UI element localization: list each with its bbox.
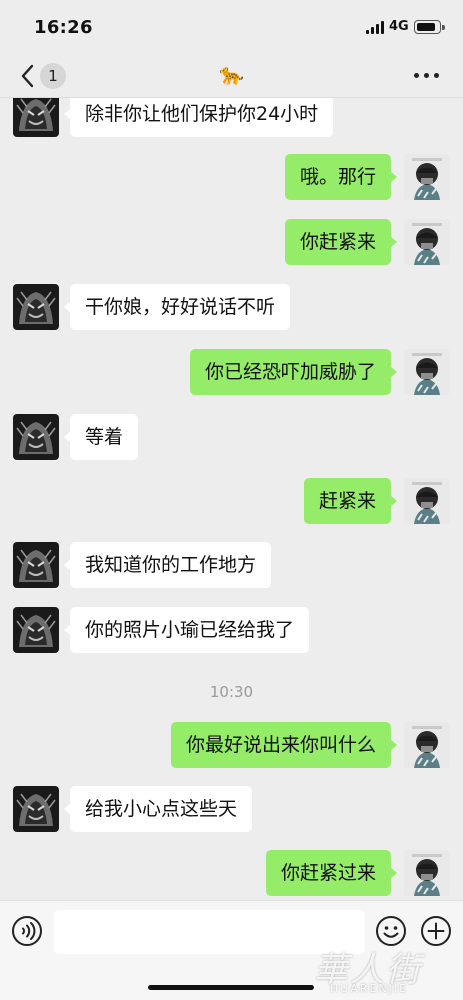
contact-avatar[interactable] — [13, 607, 59, 653]
outgoing-message[interactable]: 你赶紧来 — [284, 219, 398, 265]
outgoing-message[interactable]: 你赶紧过来 — [265, 850, 398, 896]
chat-timestamp: 10:30 — [209, 683, 254, 701]
contact-avatar[interactable] — [13, 786, 59, 832]
battery-icon — [414, 20, 445, 34]
my-avatar[interactable] — [404, 349, 450, 395]
chat-title: 🐆 — [219, 62, 244, 86]
chat-header: 1 🐆 — [0, 52, 463, 98]
more-button[interactable] — [411, 64, 443, 86]
watermark-latin: HUARENJIE — [330, 982, 409, 995]
status-bar: 16:26 4G — [0, 0, 463, 52]
outgoing-message[interactable]: 你已经恐吓加威胁了 — [189, 349, 398, 395]
home-indicator — [148, 985, 314, 990]
watermark-logo: 華人街 HUARENJIE — [314, 942, 462, 1000]
contact-avatar[interactable] — [13, 414, 59, 460]
incoming-message[interactable]: 我知道你的工作地方 — [63, 542, 272, 588]
my-avatar[interactable] — [404, 154, 450, 200]
message-list[interactable]: 除非你让他们保护你24小时哦。那行你赶紧来干你娘，好好说话不听你已经恐吓加威胁了… — [0, 98, 463, 900]
outgoing-message[interactable]: 你最好说出来你叫什么 — [170, 722, 398, 768]
contact-avatar[interactable] — [13, 98, 59, 137]
incoming-message[interactable]: 给我小心点这些天 — [63, 786, 253, 832]
outgoing-message[interactable]: 赶紧来 — [303, 478, 398, 524]
signal-strength-icon — [366, 21, 384, 34]
contact-avatar[interactable] — [13, 542, 59, 588]
voice-button[interactable] — [11, 915, 43, 947]
outgoing-message[interactable]: 哦。那行 — [284, 154, 398, 200]
my-avatar[interactable] — [404, 850, 450, 896]
incoming-message[interactable]: 干你娘，好好说话不听 — [63, 284, 291, 330]
network-type: 4G — [389, 19, 409, 34]
incoming-message[interactable]: 你的照片小瑜已经给我了 — [63, 607, 310, 653]
my-avatar[interactable] — [404, 722, 450, 768]
contact-avatar[interactable] — [13, 284, 59, 330]
more-dots-icon — [414, 73, 419, 78]
incoming-message[interactable]: 等着 — [63, 414, 139, 460]
incoming-message[interactable]: 除非你让他们保护你24小时 — [63, 98, 334, 137]
my-avatar[interactable] — [404, 478, 450, 524]
voice-icon — [12, 916, 42, 946]
status-time: 16:26 — [34, 17, 93, 38]
my-avatar[interactable] — [404, 219, 450, 265]
